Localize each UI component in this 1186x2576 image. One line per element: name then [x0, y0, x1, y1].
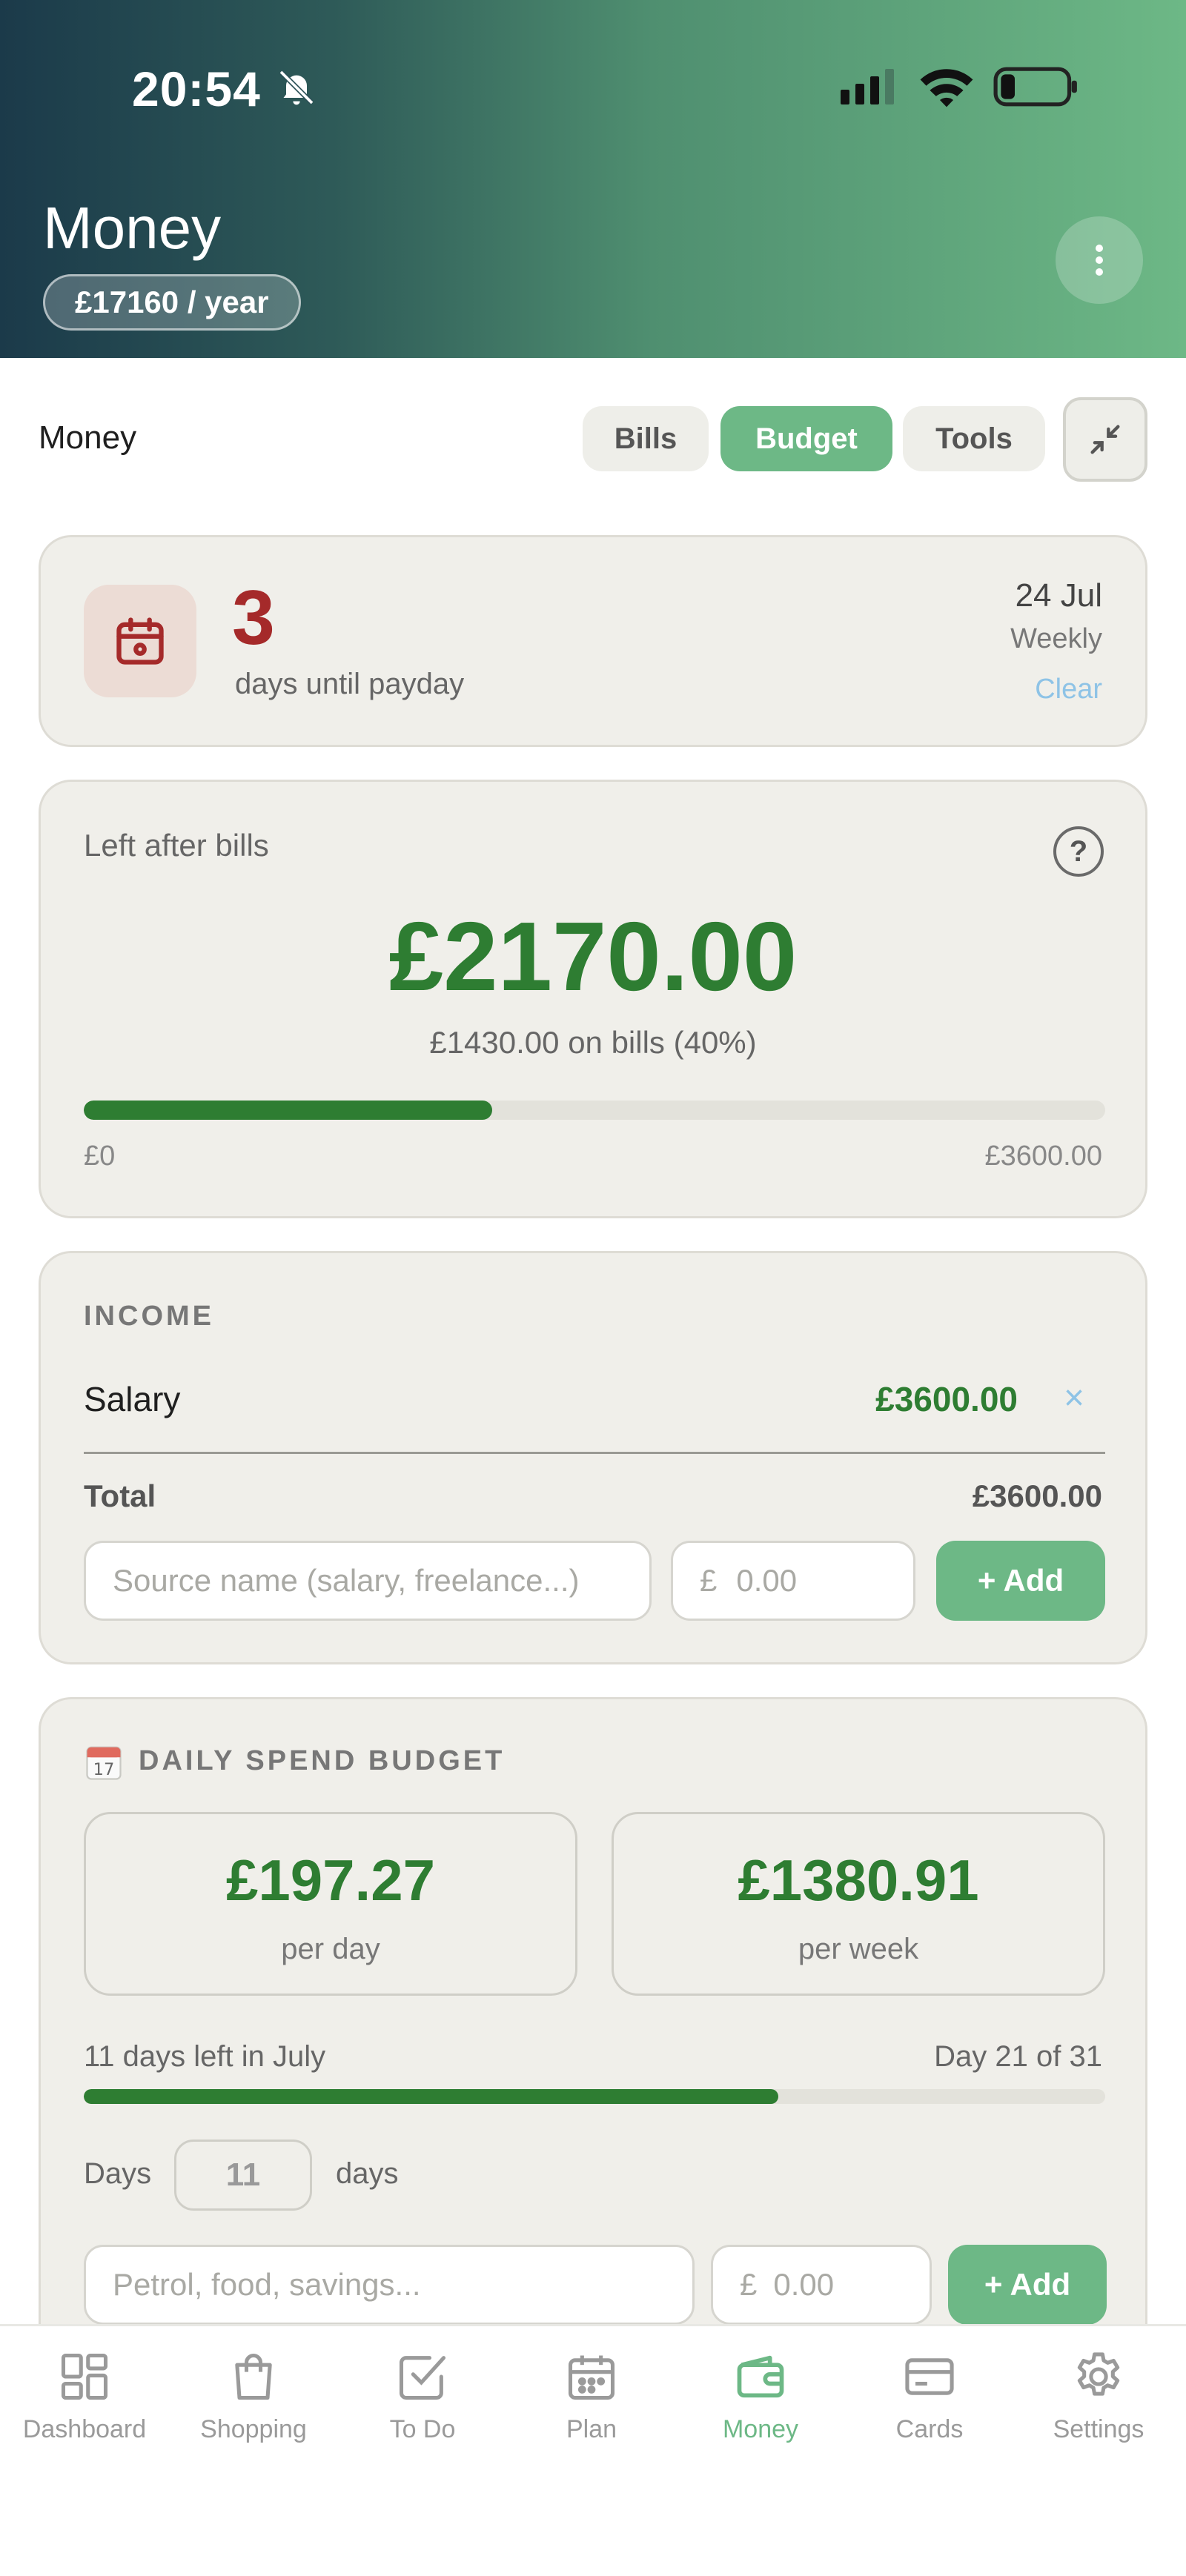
days-unit: days	[336, 2157, 399, 2190]
payday-date: 24 Jul	[1015, 577, 1102, 614]
nav-label: Cards	[895, 2415, 964, 2443]
per-week-box: £1380.91 per week	[612, 1812, 1105, 1996]
nav-plan[interactable]: Plan	[507, 2348, 676, 2444]
status-time: 20:54	[132, 62, 261, 116]
collapse-button[interactable]	[1063, 397, 1147, 482]
day-of-month-text: Day 21 of 31	[934, 2040, 1102, 2073]
gear-icon	[1077, 2352, 1120, 2396]
income-total-amount: £3600.00	[972, 1478, 1102, 1513]
wallet-icon	[737, 2355, 784, 2398]
scale-max: £3600.00	[984, 1141, 1103, 1172]
income-card: INCOME Salary £3600.00 × Total £3600.00 …	[39, 1251, 1147, 1664]
nav-todo[interactable]: To Do	[338, 2348, 507, 2444]
payday-clear-link[interactable]: Clear	[1035, 674, 1102, 706]
per-day-box: £197.27 per day	[84, 1812, 577, 1996]
signal-icon	[841, 69, 894, 104]
payday-subtitle: days until payday	[235, 668, 465, 700]
remove-income-icon[interactable]: ×	[1064, 1378, 1084, 1418]
bottom-nav: Dashboard Shopping To Do Plan Money Card…	[0, 2324, 1186, 2576]
nav-cards[interactable]: Cards	[845, 2348, 1014, 2444]
left-after-bills-amount: £2170.00	[388, 902, 798, 1011]
nav-label: Plan	[566, 2415, 617, 2443]
app-header: 20:54 Money £17160 / year	[0, 0, 1186, 358]
daily-spend-heading: DAILY SPEND BUDGET	[139, 1745, 506, 1776]
section-label: Money	[39, 419, 137, 456]
income-amount-input[interactable]: £ 0.00	[671, 1541, 915, 1621]
battery-icon	[993, 67, 1077, 107]
yearly-total-badge: £17160 / year	[43, 274, 301, 331]
nav-label: Settings	[1053, 2415, 1144, 2443]
tab-tools[interactable]: Tools	[903, 406, 1045, 471]
left-after-bills-card: Left after bills ? £2170.00 £1430.00 on …	[39, 780, 1147, 1218]
shopping-bag-icon	[235, 2353, 272, 2400]
income-item-amount: £3600.00	[875, 1380, 1018, 1418]
card-icon	[905, 2358, 954, 2395]
bell-muted-icon	[279, 70, 314, 105]
income-source-input[interactable]: Source name (salary, freelance...)	[84, 1541, 652, 1621]
currency-symbol: £	[700, 1563, 718, 1598]
svg-text:17: 17	[93, 1760, 115, 1779]
tab-budget[interactable]: Budget	[720, 406, 892, 471]
month-progress-track	[84, 2089, 1105, 2104]
per-day-label: per day	[281, 1933, 380, 1965]
bills-progress-track	[84, 1101, 1105, 1120]
bills-progress-fill	[84, 1101, 493, 1120]
days-input[interactable]: 11	[174, 2140, 312, 2211]
days-label: Days	[84, 2157, 152, 2190]
left-after-bills-label: Left after bills	[84, 828, 269, 863]
spend-amount-input[interactable]: £ 0.00	[711, 2245, 932, 2325]
bills-summary: £1430.00 on bills (40%)	[429, 1025, 757, 1060]
nav-label: Dashboard	[22, 2415, 147, 2443]
payday-calendar-tile	[84, 585, 196, 697]
nav-label: Shopping	[200, 2415, 307, 2443]
nav-settings[interactable]: Settings	[1014, 2348, 1183, 2444]
nav-money[interactable]: Money	[676, 2348, 845, 2444]
days-left-text: 11 days left in July	[84, 2040, 326, 2073]
add-spend-button[interactable]: + Add	[948, 2245, 1107, 2325]
scale-min: £0	[84, 1141, 116, 1172]
calendar-icon	[568, 2355, 615, 2400]
nav-label: To Do	[389, 2415, 456, 2443]
calendar-emoji-icon: 17	[86, 1746, 122, 1780]
per-day-amount: £197.27	[226, 1848, 435, 1913]
payday-frequency: Weekly	[1010, 623, 1102, 654]
calendar-icon	[116, 617, 164, 665]
income-divider	[84, 1452, 1105, 1454]
currency-symbol: £	[740, 2267, 758, 2302]
checkbox-icon	[399, 2356, 446, 2400]
wifi-icon	[920, 69, 973, 107]
collapse-arrows-icon	[1090, 425, 1120, 454]
page-title: Money	[43, 195, 222, 261]
payday-card: 3 days until payday 24 Jul Weekly Clear	[39, 535, 1147, 747]
more-menu-button[interactable]	[1056, 216, 1143, 304]
income-item-name: Salary	[84, 1380, 181, 1418]
income-heading: INCOME	[84, 1301, 214, 1332]
kebab-menu-icon	[1096, 245, 1103, 276]
amount-placeholder: 0.00	[773, 2267, 835, 2302]
tab-bills[interactable]: Bills	[583, 406, 709, 471]
spend-name-input[interactable]: Petrol, food, savings...	[84, 2245, 695, 2325]
nav-shopping[interactable]: Shopping	[169, 2348, 338, 2444]
add-income-button[interactable]: + Add	[936, 1541, 1105, 1621]
month-progress-fill	[84, 2089, 779, 2104]
amount-placeholder: 0.00	[736, 1563, 798, 1598]
nav-label: Money	[722, 2415, 799, 2443]
payday-countdown: 3	[232, 575, 275, 661]
nav-dashboard[interactable]: Dashboard	[0, 2348, 169, 2444]
help-icon[interactable]: ?	[1053, 826, 1104, 877]
per-week-amount: £1380.91	[738, 1848, 979, 1913]
income-total-label: Total	[84, 1478, 156, 1513]
per-week-label: per week	[798, 1933, 919, 1965]
dashboard-icon	[61, 2353, 108, 2400]
